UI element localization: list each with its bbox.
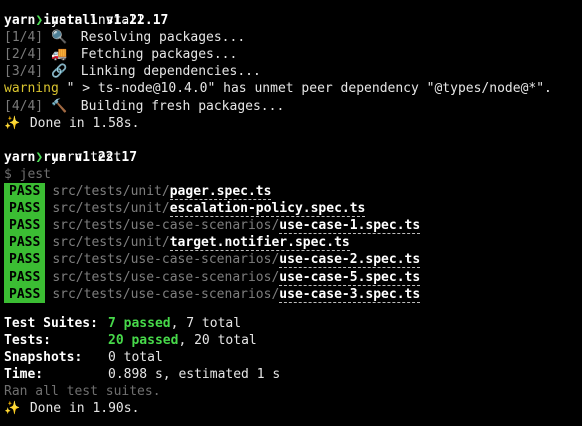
test-result-row: PASS src/tests/unit/escalation-policy.spe… bbox=[4, 200, 582, 218]
install-step-4: [4/4] 🔨 Building fresh packages... bbox=[4, 98, 582, 115]
step-text: Linking dependencies... bbox=[72, 64, 261, 80]
install-done: ✨ Done in 1.58s. bbox=[4, 115, 582, 132]
test-file: use-case-5.spec.ts bbox=[279, 269, 421, 286]
test-dir: src/tests/use-case-scenarios/ bbox=[52, 286, 280, 302]
sparkles-icon: ✨ bbox=[4, 401, 21, 417]
test-result-row: PASS src/tests/unit/target.notifier.spec.… bbox=[4, 234, 582, 252]
terminal-output[interactable]: ❯ yarn install yarn install v1.22.17 [1/… bbox=[0, 0, 582, 421]
passed-count: 7 passed bbox=[108, 315, 171, 331]
link-icon: 🔗 bbox=[50, 64, 68, 80]
pass-badge: PASS bbox=[4, 251, 46, 269]
summary-label: Test Suites: bbox=[4, 315, 98, 331]
summary-snapshots: Snapshots: 0 total bbox=[4, 349, 582, 366]
test-result-row: PASS src/tests/use-case-scenarios/use-cas… bbox=[4, 285, 582, 303]
total-count: , 20 total bbox=[178, 332, 257, 348]
install-header: yarn install v1.22.17 bbox=[4, 13, 169, 29]
test-done: ✨ Done in 1.90s. bbox=[4, 400, 582, 417]
ran-all-text: Ran all test suites. bbox=[4, 384, 161, 400]
test-result-row: PASS src/tests/unit/pager.spec.ts bbox=[4, 183, 582, 201]
total-count: , 7 total bbox=[170, 315, 242, 331]
test-file: escalation-policy.spec.ts bbox=[169, 201, 366, 218]
command-line-install: ❯ yarn install bbox=[4, 0, 582, 28]
pass-badge: PASS bbox=[4, 200, 46, 218]
step-counter: [4/4] bbox=[4, 98, 44, 114]
done-text: Done in 1.90s. bbox=[22, 401, 140, 417]
test-dir: src/tests/unit/ bbox=[52, 235, 170, 251]
passed-count: 20 passed bbox=[108, 332, 179, 348]
summary-label: Time: bbox=[4, 366, 44, 382]
test-file: pager.spec.ts bbox=[169, 184, 272, 201]
install-step-3: [3/4] 🔗 Linking dependencies... bbox=[4, 63, 582, 80]
summary-suites: Test Suites: 7 passed, 7 total bbox=[4, 315, 582, 332]
test-result-row: PASS src/tests/use-case-scenarios/use-cas… bbox=[4, 217, 582, 235]
summary-value: 0 total bbox=[108, 349, 163, 365]
summary-time: Time: 0.898 s, estimated 1 s bbox=[4, 366, 582, 383]
test-file: use-case-2.spec.ts bbox=[279, 252, 421, 269]
summary-label: Snapshots: bbox=[4, 349, 83, 365]
done-text: Done in 1.58s. bbox=[22, 115, 140, 131]
step-text: Building fresh packages... bbox=[72, 98, 285, 114]
test-file: use-case-3.spec.ts bbox=[279, 286, 421, 303]
pass-badge: PASS bbox=[4, 268, 46, 286]
magnifier-icon: 🔍 bbox=[50, 30, 68, 46]
test-result-row: PASS src/tests/use-case-scenarios/use-cas… bbox=[4, 251, 582, 269]
install-step-2: [2/4] 🚚 Fetching packages... bbox=[4, 46, 582, 63]
summary-value: 0.898 s, estimated 1 s bbox=[108, 366, 281, 382]
jest-command: $ jest bbox=[4, 166, 51, 182]
hammer-icon: 🔨 bbox=[50, 98, 68, 114]
test-result-row: PASS src/tests/use-case-scenarios/use-cas… bbox=[4, 268, 582, 286]
step-counter: [3/4] bbox=[4, 64, 44, 80]
step-text: Resolving packages... bbox=[72, 30, 246, 46]
test-dir: src/tests/use-case-scenarios/ bbox=[52, 218, 280, 234]
install-step-1: [1/4] 🔍 Resolving packages... bbox=[4, 29, 582, 46]
pass-badge: PASS bbox=[4, 217, 46, 235]
test-file: use-case-1.spec.ts bbox=[279, 218, 421, 235]
pass-badge: PASS bbox=[4, 285, 46, 303]
test-dir: src/tests/unit/ bbox=[52, 201, 170, 217]
sparkles-icon: ✨ bbox=[4, 115, 21, 131]
warning-text: " > ts-node@10.4.0" has unmet peer depen… bbox=[58, 81, 552, 97]
command-line-test: ❯ yarn test bbox=[4, 132, 582, 165]
pass-badge: PASS bbox=[4, 183, 46, 201]
test-header: yarn run v1.22.17 bbox=[4, 149, 138, 165]
step-text: Fetching packages... bbox=[72, 47, 238, 63]
truck-icon: 🚚 bbox=[50, 47, 68, 63]
summary-label: Tests: bbox=[4, 332, 51, 348]
summary-tests: Tests: 20 passed, 20 total bbox=[4, 332, 582, 349]
step-counter: [1/4] bbox=[4, 30, 44, 46]
warning-label: warning bbox=[4, 81, 59, 97]
test-file: target.notifier.spec.ts bbox=[169, 235, 350, 252]
test-dir: src/tests/unit/ bbox=[52, 184, 170, 200]
warning-line: warning " > ts-node@10.4.0" has unmet pe… bbox=[4, 80, 582, 97]
step-counter: [2/4] bbox=[4, 47, 44, 63]
test-dir: src/tests/use-case-scenarios/ bbox=[52, 252, 280, 268]
pass-badge: PASS bbox=[4, 234, 46, 252]
test-dir: src/tests/use-case-scenarios/ bbox=[52, 269, 280, 285]
